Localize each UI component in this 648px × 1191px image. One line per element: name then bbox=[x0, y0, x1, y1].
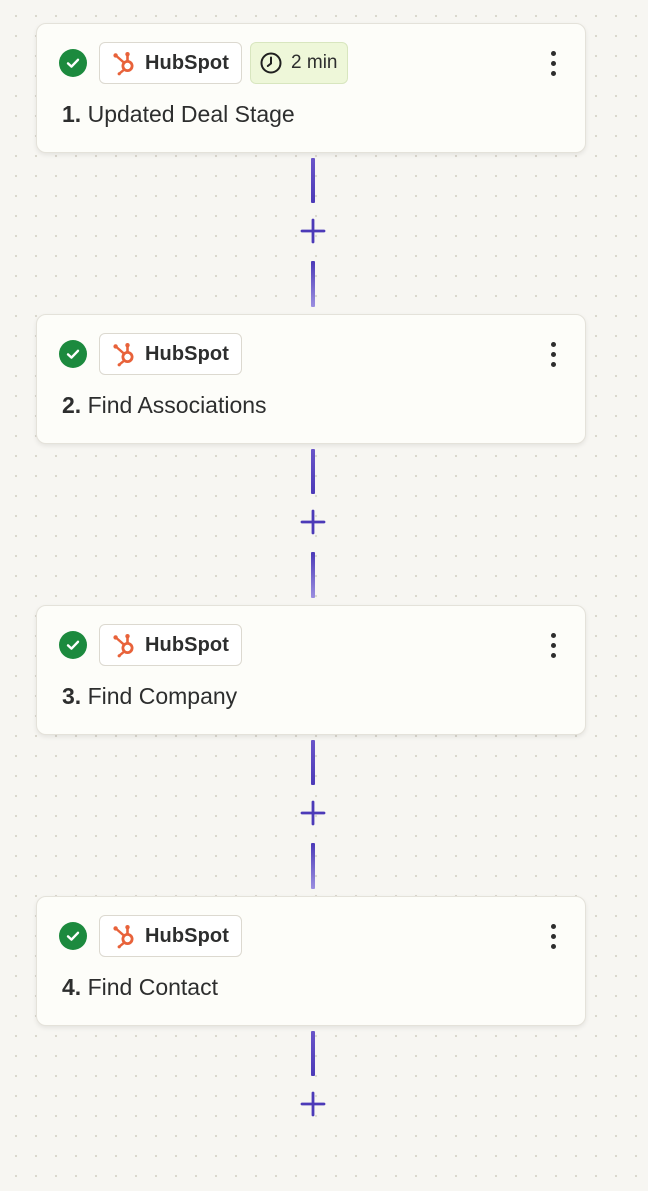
plus-icon bbox=[300, 800, 326, 826]
step-name: Updated Deal Stage bbox=[87, 101, 295, 127]
step-number: 4. bbox=[62, 974, 82, 1000]
app-badge: HubSpot bbox=[99, 624, 243, 666]
step-connector-3 bbox=[297, 740, 329, 900]
step-menu-button[interactable] bbox=[541, 628, 565, 662]
app-name: HubSpot bbox=[145, 342, 230, 365]
check-circle-icon bbox=[59, 49, 87, 77]
step-card-header: HubSpot 2 min bbox=[59, 41, 349, 85]
add-step-button[interactable] bbox=[297, 1088, 329, 1120]
connector-line bbox=[311, 449, 315, 494]
app-badge: HubSpot bbox=[99, 915, 243, 957]
more-vertical-icon bbox=[550, 632, 556, 638]
step-title: 1. Updated Deal Stage bbox=[62, 101, 295, 128]
step-title: 3. Find Company bbox=[62, 683, 237, 710]
step-name: Find Contact bbox=[87, 974, 218, 1000]
step-menu-button[interactable] bbox=[541, 919, 565, 953]
step-number: 3. bbox=[62, 683, 82, 709]
step-connector-1 bbox=[297, 158, 329, 318]
step-title: 2. Find Associations bbox=[62, 392, 267, 419]
step-card-header: HubSpot bbox=[59, 914, 243, 958]
step-number: 2. bbox=[62, 392, 82, 418]
more-vertical-icon bbox=[550, 341, 556, 347]
step-card-header: HubSpot bbox=[59, 332, 243, 376]
app-badge: HubSpot bbox=[99, 42, 243, 84]
add-step-button[interactable] bbox=[297, 506, 329, 538]
plus-icon bbox=[300, 1091, 326, 1117]
step-card-header: HubSpot bbox=[59, 623, 243, 667]
add-step-button[interactable] bbox=[297, 797, 329, 829]
step-card-2[interactable]: HubSpot 2. Find Associations bbox=[36, 314, 586, 444]
clock-icon bbox=[260, 52, 282, 74]
add-step-button[interactable] bbox=[297, 215, 329, 247]
connector-line bbox=[311, 552, 315, 598]
connector-line bbox=[311, 1031, 315, 1076]
connector-line bbox=[311, 158, 315, 203]
step-card-3[interactable]: HubSpot 3. Find Company bbox=[36, 605, 586, 735]
plus-icon bbox=[300, 218, 326, 244]
time-badge: 2 min bbox=[250, 42, 349, 84]
step-name: Find Company bbox=[87, 683, 238, 709]
step-menu-button[interactable] bbox=[541, 337, 565, 371]
hubspot-logo-icon bbox=[113, 925, 134, 949]
check-circle-icon bbox=[59, 631, 87, 659]
step-card-4[interactable]: HubSpot 4. Find Contact bbox=[36, 896, 586, 1026]
check-circle-icon bbox=[59, 922, 87, 950]
app-name: HubSpot bbox=[145, 51, 230, 74]
step-menu-button[interactable] bbox=[541, 46, 565, 80]
step-name: Find Associations bbox=[87, 392, 267, 418]
step-connector-4 bbox=[297, 1031, 329, 1191]
connector-line bbox=[311, 740, 315, 785]
more-vertical-icon bbox=[550, 50, 556, 56]
step-title: 4. Find Contact bbox=[62, 974, 218, 1001]
app-badge: HubSpot bbox=[99, 333, 243, 375]
zap-editor-canvas: HubSpot 2 min 1. Updated Deal Stage HubS… bbox=[0, 0, 648, 1120]
more-vertical-icon bbox=[550, 923, 556, 929]
step-card-1[interactable]: HubSpot 2 min 1. Updated Deal Stage bbox=[36, 23, 586, 153]
connector-line bbox=[311, 843, 315, 889]
step-number: 1. bbox=[62, 101, 82, 127]
connector-line bbox=[311, 261, 315, 307]
hubspot-logo-icon bbox=[113, 343, 134, 367]
app-name: HubSpot bbox=[145, 924, 230, 947]
app-name: HubSpot bbox=[145, 633, 230, 656]
step-connector-2 bbox=[297, 449, 329, 609]
plus-icon bbox=[300, 509, 326, 535]
check-circle-icon bbox=[59, 340, 87, 368]
time-text: 2 min bbox=[291, 52, 338, 73]
hubspot-logo-icon bbox=[113, 634, 134, 658]
hubspot-logo-icon bbox=[113, 52, 134, 76]
